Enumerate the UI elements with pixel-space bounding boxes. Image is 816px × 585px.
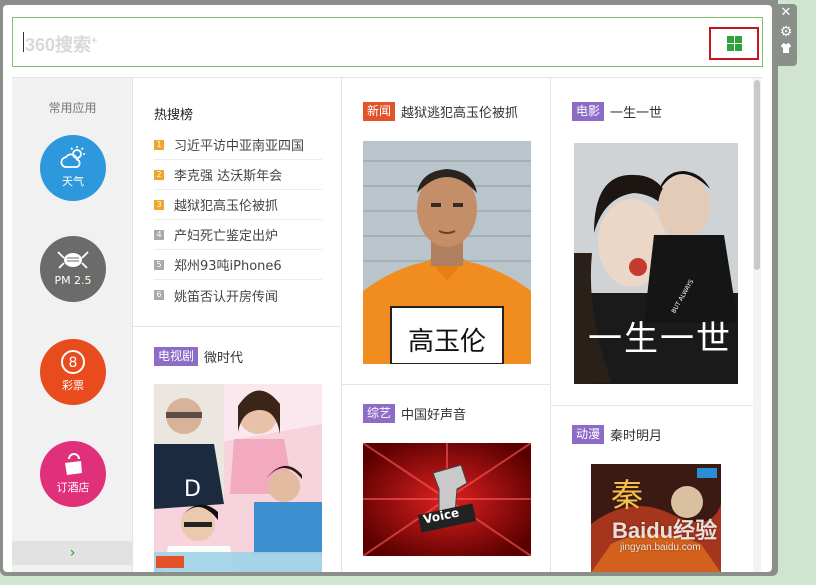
app-weather[interactable]: 天气 bbox=[40, 135, 106, 201]
rank-badge: 2 bbox=[154, 169, 164, 180]
variety-poster[interactable]: Voice bbox=[363, 443, 531, 556]
news-column: 新闻 越狱逃犯高玉伦被抓 高玉伦 综艺 中国好声音 Voice bbox=[342, 78, 551, 572]
rank-badge: 4 bbox=[154, 229, 164, 240]
divider bbox=[342, 384, 550, 385]
scrollbar[interactable] bbox=[753, 78, 761, 572]
hot-list: 1 习近平访中亚南亚四国 2 李克强 达沃斯年会 3 越狱犯高玉伦被抓 4 产妇死亡鉴定… bbox=[154, 130, 322, 310]
anime-card-header[interactable]: 动漫 秦时明月 bbox=[572, 425, 662, 444]
hot-column: 热搜榜 1 习近平访中亚南亚四国 2 李克强 达沃斯年会 3 越狱犯高玉伦被抓 4 产妇… bbox=[133, 78, 342, 572]
scrollbar-thumb[interactable] bbox=[754, 80, 760, 270]
rank-badge: 3 bbox=[154, 199, 164, 210]
news-card-header[interactable]: 新闻 越狱逃犯高玉伦被抓 bbox=[363, 102, 518, 121]
lottery-icon: 8 bbox=[40, 349, 106, 377]
app-pm25[interactable]: PM 2.5 bbox=[40, 236, 106, 302]
rank-badge: 5 bbox=[154, 259, 164, 270]
search-logo: 360搜索+ bbox=[25, 35, 98, 55]
card-title: 微时代 bbox=[204, 351, 244, 366]
gear-icon[interactable]: ⚙ bbox=[775, 23, 797, 42]
hot-list-title: 热搜榜 bbox=[154, 108, 194, 123]
newtab-panel: 360搜索+ 常用应用 天气 PM 2.5 8 彩票 订酒店 › 热搜榜 1 习… bbox=[3, 5, 772, 572]
card-title: 越狱逃犯高玉伦被抓 bbox=[401, 106, 519, 121]
list-item[interactable]: 6 姚笛否认开房传闻 bbox=[154, 280, 322, 310]
pm25-icon bbox=[40, 246, 106, 274]
tv-poster[interactable]: D bbox=[154, 384, 322, 572]
svg-text:8: 8 bbox=[69, 355, 78, 371]
photo-caption: 高玉伦 bbox=[407, 327, 486, 357]
weather-icon bbox=[40, 145, 106, 173]
card-title: 中国好声音 bbox=[401, 408, 467, 423]
app-lottery[interactable]: 8 彩票 bbox=[40, 339, 106, 405]
poster-title: 一生一世 bbox=[588, 319, 732, 359]
variety-card-header[interactable]: 综艺 中国好声音 bbox=[363, 404, 466, 423]
rank-badge: 6 bbox=[154, 290, 164, 300]
divider bbox=[551, 405, 761, 406]
svg-text:D: D bbox=[184, 477, 201, 502]
tv-card-header[interactable]: 电视剧 微时代 bbox=[154, 347, 243, 366]
list-item[interactable]: 5 郑州93吨iPhone6 bbox=[154, 250, 322, 280]
list-item[interactable]: 2 李克强 达沃斯年会 bbox=[154, 160, 322, 190]
category-tag: 综艺 bbox=[363, 404, 396, 423]
list-item[interactable]: 3 越狱犯高玉伦被抓 bbox=[154, 190, 322, 220]
movie-poster[interactable]: 一生一世 BUT ALWAYS bbox=[574, 143, 738, 384]
app-label: 天气 bbox=[62, 175, 84, 188]
apps-title: 常用应用 bbox=[48, 101, 97, 115]
app-grid-button[interactable] bbox=[709, 27, 759, 60]
list-item[interactable]: 4 产妇死亡鉴定出炉 bbox=[154, 220, 322, 250]
movie-column: 电影 一生一世 一生一世 BUT ALWAYS 动漫 秦时明月 秦 bbox=[551, 78, 761, 572]
hotel-icon bbox=[40, 451, 106, 479]
category-tag: 电视剧 bbox=[154, 347, 199, 366]
skin-icon[interactable] bbox=[775, 42, 797, 61]
close-icon[interactable]: ✕ bbox=[775, 4, 797, 23]
app-hotel[interactable]: 订酒店 bbox=[40, 441, 106, 507]
news-tag: 新闻 bbox=[363, 102, 396, 121]
app-label: 订酒店 bbox=[56, 481, 90, 494]
content-area: 常用应用 天气 PM 2.5 8 彩票 订酒店 › 热搜榜 1 习近平访中亚南亚… bbox=[12, 77, 763, 572]
list-item[interactable]: 1 习近平访中亚南亚四国 bbox=[154, 130, 322, 160]
grid-icon bbox=[726, 36, 742, 51]
side-controls: ✕ ⚙ bbox=[775, 4, 797, 66]
search-box[interactable]: 360搜索+ bbox=[12, 17, 763, 67]
app-label: 彩票 bbox=[62, 379, 84, 392]
category-tag: 电影 bbox=[572, 102, 605, 121]
category-tag: 动漫 bbox=[572, 425, 605, 444]
anime-poster-title: 秦 bbox=[611, 476, 644, 514]
rank-badge: 1 bbox=[154, 139, 164, 150]
text-caret bbox=[23, 32, 24, 52]
card-title: 一生一世 bbox=[610, 106, 663, 121]
divider bbox=[133, 326, 341, 327]
card-title: 秦时明月 bbox=[610, 429, 663, 444]
common-apps: 常用应用 天气 PM 2.5 8 彩票 订酒店 › bbox=[12, 78, 133, 572]
app-label: PM 2.5 bbox=[54, 274, 92, 287]
news-photo[interactable]: 高玉伦 bbox=[363, 141, 531, 364]
apps-more-button[interactable]: › bbox=[12, 541, 133, 565]
watermark: Baidu经验 jingyan.baidu.com bbox=[612, 518, 718, 553]
movie-card-header[interactable]: 电影 一生一世 bbox=[572, 102, 662, 121]
